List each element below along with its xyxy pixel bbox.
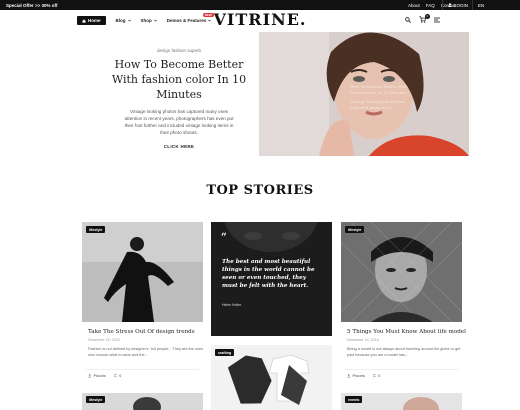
card-date: December 15, 2016 xyxy=(347,338,379,342)
top-divider xyxy=(472,0,473,10)
nav-shop[interactable]: Shop xyxy=(141,18,157,23)
cart-count-badge: 0 xyxy=(425,14,430,19)
hero-title[interactable]: How To Become Better With fashion color … xyxy=(100,57,258,102)
author-link[interactable]: Pixcels xyxy=(347,374,365,378)
nav-demos[interactable]: Demos & Features NEW xyxy=(166,13,214,23)
author-link[interactable]: Pixcels xyxy=(88,374,106,378)
hero-text: design fashion superb How To Become Bett… xyxy=(100,48,258,149)
hero-overlay-title: How To Become Better With fashion color … xyxy=(350,84,408,95)
login-link[interactable]: LOGIN xyxy=(448,3,468,8)
card-divider xyxy=(345,369,458,370)
nav-home[interactable]: Home xyxy=(77,16,106,25)
category-tag[interactable]: lifestyle xyxy=(345,226,365,233)
hero-category[interactable]: design fashion superb xyxy=(100,48,258,53)
card-image[interactable] xyxy=(82,222,203,322)
comment-icon xyxy=(114,374,118,378)
top-link-about[interactable]: About xyxy=(408,3,420,8)
nav-home-label: Home xyxy=(88,18,101,23)
click-here-button[interactable]: CLICK HERE xyxy=(100,144,258,149)
home-icon xyxy=(82,18,86,23)
header-icons xyxy=(405,16,440,23)
card-meta: Pixcels 0 xyxy=(88,374,121,378)
user-icon xyxy=(347,374,351,378)
top-link-faq[interactable]: FAQ xyxy=(426,3,435,8)
card-title[interactable]: 5 Things You Must Know About life model xyxy=(347,329,466,335)
comments-link[interactable]: 0 xyxy=(114,374,122,378)
card-meta: Pixcels 0 xyxy=(347,374,380,378)
user-icon xyxy=(448,3,452,7)
nav-demos-label: Demos & Features xyxy=(166,18,207,23)
quote-text: The best and most beautiful things in th… xyxy=(222,259,315,289)
category-tag[interactable]: lifestyle xyxy=(86,226,106,233)
language-selector[interactable]: EN xyxy=(478,3,484,8)
quote-author: Helen Keller xyxy=(222,303,242,307)
search-icon[interactable] xyxy=(405,16,411,23)
comment-count: 0 xyxy=(378,374,381,378)
card-divider xyxy=(86,369,199,370)
top-bar: Special Offer >> 30% off About FAQ Conta… xyxy=(0,0,520,10)
login-label: LOGIN xyxy=(454,2,469,8)
user-icon xyxy=(88,374,92,378)
menu-icon[interactable] xyxy=(434,17,440,23)
card-image[interactable] xyxy=(341,222,462,322)
card-excerpt: Being a model is not always about travel… xyxy=(347,347,461,357)
category-tag[interactable]: lifestyle xyxy=(86,396,106,403)
chevron-down-icon xyxy=(208,19,212,22)
nav-blog-label: Blog xyxy=(115,18,126,23)
hero-overlay-desc: Vintage looking photos has captured many… xyxy=(350,99,405,110)
hero-description: Vintage looking photos has captured many… xyxy=(124,109,234,135)
comment-count: 0 xyxy=(119,374,122,378)
new-badge: NEW xyxy=(202,13,214,17)
nav-blog[interactable]: Blog xyxy=(116,18,131,23)
quote-icon: “ xyxy=(221,232,227,243)
special-offer-text[interactable]: Special Offer >> 30% off xyxy=(6,3,58,8)
chevron-down-icon xyxy=(153,19,157,22)
author-name: Pixcels xyxy=(352,374,365,378)
card-excerpt: Fashion is not defined by designer's, bu… xyxy=(88,347,204,357)
nav-shop-label: Shop xyxy=(140,18,152,23)
category-tag[interactable]: events xyxy=(345,396,363,403)
section-title: TOP STORIES xyxy=(206,183,314,198)
chevron-down-icon xyxy=(127,19,131,22)
comments-link[interactable]: 0 xyxy=(373,374,381,378)
top-divider xyxy=(442,0,443,10)
category-tag[interactable]: crafting xyxy=(215,349,235,356)
hero-overlay: How To Become Better With fashion color … xyxy=(350,84,420,110)
author-name: Pixcels xyxy=(93,374,106,378)
main-nav: Home Blog Shop Demos & Features NEW xyxy=(77,13,214,25)
card-date: December 15, 2016 xyxy=(88,338,120,342)
card-title[interactable]: Take The Stress Out Of design trends xyxy=(88,329,195,335)
comment-icon xyxy=(373,374,377,378)
